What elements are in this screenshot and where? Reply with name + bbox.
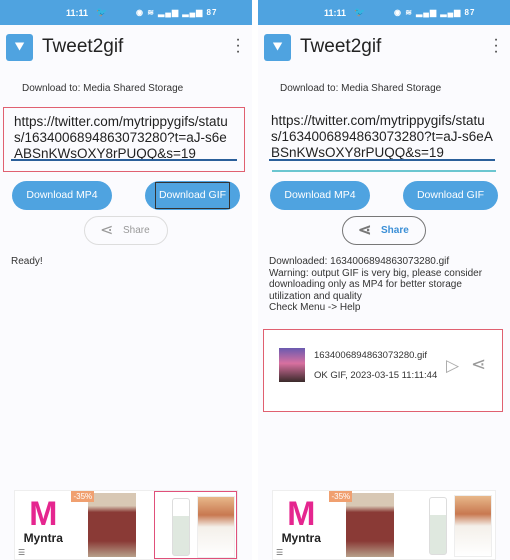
bottle-image bbox=[171, 498, 190, 556]
app-logo-icon: ⯆ bbox=[264, 34, 291, 61]
status-time: 11:11 bbox=[66, 8, 89, 18]
status-bar: 11:11 🐦 ◉ ≋ ▂▄▆ ▂▄▆ 87 bbox=[0, 0, 252, 25]
url-input-underline bbox=[269, 159, 495, 161]
menu-icon[interactable]: ☰ bbox=[18, 548, 25, 557]
file-status: OK GIF, 2023-03-15 11:11:44 bbox=[314, 370, 438, 381]
url-input[interactable]: https://twitter.com/mytrippygifs/status/… bbox=[261, 107, 503, 172]
share-file-icon[interactable]: ⋖ bbox=[471, 354, 486, 375]
app-bar: ⯆ Tweet2gif · · · bbox=[258, 25, 510, 70]
downloaded-file-item[interactable]: 1634006894863073280.gif OK GIF, 2023-03-… bbox=[263, 329, 503, 412]
status-icons: ◉ ≋ ▂▄▆ ▂▄▆ 87 bbox=[394, 8, 476, 17]
ad-brand[interactable]: M Myntra ☰ bbox=[273, 491, 329, 559]
battery-level: 87 bbox=[464, 8, 476, 17]
shirt-image bbox=[88, 493, 137, 557]
box-image bbox=[453, 495, 492, 557]
battery-level: 87 bbox=[206, 8, 218, 17]
download-mp4-button[interactable]: Download MP4 bbox=[270, 181, 370, 210]
phone-screen-right: 11:11 🐦 ◉ ≋ ▂▄▆ ▂▄▆ 87 ⯆ Tweet2gif · · · D… bbox=[258, 0, 510, 560]
app-title: Tweet2gif bbox=[42, 36, 124, 57]
download-destination: Download to: Media Shared Storage bbox=[22, 83, 184, 94]
twitter-icon: 🐦 bbox=[354, 7, 366, 17]
share-label: Share bbox=[381, 225, 409, 236]
share-icon: ⋖ bbox=[358, 222, 372, 239]
status-icons: ◉ ≋ ▂▄▆ ▂▄▆ 87 bbox=[136, 8, 218, 17]
status-time: 11:11 bbox=[324, 8, 347, 18]
download-messages: Downloaded: 1634006894863073280.gif Warn… bbox=[269, 256, 494, 314]
share-label: Share bbox=[123, 225, 150, 236]
discount-badge: -35% bbox=[71, 491, 95, 502]
url-input[interactable]: https://twitter.com/mytrippygifs/status/… bbox=[3, 107, 245, 172]
download-gif-button[interactable]: Download GIF bbox=[145, 181, 240, 210]
ad-brand-name: Myntra bbox=[23, 531, 63, 545]
status-message: Ready! bbox=[11, 256, 43, 267]
app-title: Tweet2gif bbox=[300, 36, 382, 57]
ad-banner[interactable]: M Myntra ☰ -35% bbox=[14, 490, 238, 560]
file-name: 1634006894863073280.gif bbox=[314, 350, 428, 361]
overflow-menu-icon[interactable]: · · · bbox=[234, 32, 242, 60]
shirt-image bbox=[346, 493, 395, 557]
download-gif-button[interactable]: Download GIF bbox=[403, 181, 498, 210]
play-icon[interactable]: ▷ bbox=[446, 356, 459, 376]
focus-highlight bbox=[155, 182, 230, 209]
progress-bar bbox=[272, 170, 496, 172]
box-image bbox=[196, 496, 235, 558]
gif-thumbnail bbox=[279, 348, 305, 382]
help-message: Check Menu -> Help bbox=[269, 302, 361, 313]
share-icon: ⋖ bbox=[100, 222, 114, 239]
status-bar: 11:11 🐦 ◉ ≋ ▂▄▆ ▂▄▆ 87 bbox=[258, 0, 510, 25]
ad-product-cream[interactable] bbox=[412, 491, 495, 559]
url-input-underline bbox=[11, 159, 237, 161]
download-mp4-button[interactable]: Download MP4 bbox=[12, 181, 112, 210]
app-logo-icon: ⯆ bbox=[6, 34, 33, 61]
discount-badge: -35% bbox=[329, 491, 353, 502]
app-bar: ⯆ Tweet2gif · · · bbox=[0, 25, 252, 70]
warning-message: Warning: output GIF is very big, please … bbox=[269, 267, 483, 302]
ad-banner[interactable]: M Myntra ☰ -35% bbox=[272, 490, 496, 560]
twitter-icon: 🐦 bbox=[96, 7, 108, 17]
ad-product-shirt[interactable]: -35% bbox=[329, 491, 411, 559]
ad-product-cream[interactable] bbox=[153, 491, 237, 559]
ad-product-shirt[interactable]: -35% bbox=[71, 491, 153, 559]
download-destination: Download to: Media Shared Storage bbox=[280, 83, 442, 94]
menu-icon[interactable]: ☰ bbox=[276, 548, 283, 557]
myntra-logo: M bbox=[29, 495, 58, 533]
ad-brand-name: Myntra bbox=[281, 531, 321, 545]
myntra-logo: M bbox=[287, 495, 316, 533]
overflow-menu-icon[interactable]: · · · bbox=[492, 32, 500, 60]
ad-brand[interactable]: M Myntra ☰ bbox=[15, 491, 71, 559]
phone-screen-left: 11:11 🐦 ◉ ≋ ▂▄▆ ▂▄▆ 87 ⯆ Tweet2gif · · · D… bbox=[0, 0, 252, 560]
downloaded-message: Downloaded: 1634006894863073280.gif bbox=[269, 256, 450, 267]
share-button[interactable]: ⋖ Share bbox=[342, 216, 426, 245]
bottle-image bbox=[428, 497, 447, 555]
share-button[interactable]: ⋖ Share bbox=[84, 216, 168, 245]
